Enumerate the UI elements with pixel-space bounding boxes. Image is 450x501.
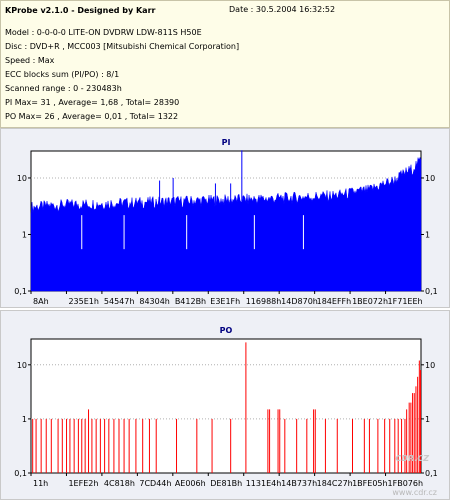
y-tick-label-right: 1 bbox=[425, 415, 430, 424]
y-tick-label-left: 0,1 bbox=[14, 287, 27, 296]
x-tick-label: 116988h bbox=[246, 297, 282, 306]
chart-title: PI bbox=[222, 138, 231, 147]
x-tick-label: 1BE072h bbox=[352, 297, 388, 306]
po-chart-panel: PO 10 10 1 1 0,1 0,1 11h 1EFE2h 4C818h 7CD44h AE006… bbox=[0, 310, 450, 500]
y-tick-label-left: 10 bbox=[17, 174, 27, 183]
drive-model: Model : 0-0-0-0 LITE-ON DVDRW LDW-811S H… bbox=[5, 28, 202, 37]
po-chart: PO 10 10 1 1 0,1 0,1 11h 1EFE2h 4C818h 7CD44h AE006… bbox=[1, 311, 449, 499]
x-tick-label: B412Bh bbox=[175, 297, 206, 306]
y-tick-label-left: 10 bbox=[17, 361, 27, 370]
disc-info: Disc : DVD+R , MCC003 [Mitsubishi Chemic… bbox=[5, 42, 240, 51]
app-title: KProbe v2.1.0 - Designed by Karr bbox=[5, 6, 156, 15]
x-tick-label: 1131E4h bbox=[246, 479, 282, 488]
x-tick-label: 1BFE05h bbox=[352, 479, 387, 488]
x-tick-label: 11h bbox=[33, 479, 48, 488]
x-tick-label: 1EFE2h bbox=[68, 479, 98, 488]
po-stats: PO Max= 26 , Average= 0,01 , Total= 1322 bbox=[5, 112, 179, 121]
x-tick-label: 1F71EEh bbox=[388, 297, 423, 306]
x-tick-label: 1FB076h bbox=[388, 479, 424, 488]
watermark-url: www.cdr.cz bbox=[392, 488, 437, 497]
x-tick-label: 4C818h bbox=[104, 479, 135, 488]
x-tick-label: 8Ah bbox=[33, 297, 49, 306]
info-panel: KProbe v2.1.0 - Designed by Karr Date : … bbox=[0, 0, 450, 128]
x-tick-label: 184EFFh bbox=[317, 297, 352, 306]
x-tick-label: 84304h bbox=[139, 297, 170, 306]
y-tick-label-right: 10 bbox=[425, 361, 435, 370]
watermark-logo: CDR.CZ bbox=[395, 454, 429, 463]
plot-area bbox=[30, 338, 422, 474]
chart-title: PO bbox=[220, 326, 233, 335]
scan-date: Date : 30.5.2004 16:32:52 bbox=[229, 5, 336, 14]
x-tick-label: 184C27h bbox=[317, 479, 353, 488]
x-tick-label: DE81Bh bbox=[210, 479, 242, 488]
pi-chart: PI 10 10 1 1 0,1 0,1 8Ah 235E1h 54547h 84304h B412B… bbox=[1, 129, 449, 307]
y-tick-label-right: 1 bbox=[425, 230, 430, 239]
ecc-info: ECC blocks sum (PI/PO) : 8/1 bbox=[5, 70, 120, 79]
y-tick-label-left: 1 bbox=[22, 230, 27, 239]
pi-chart-panel: PI 10 10 1 1 0,1 0,1 8Ah 235E1h 54547h 84304h B412B… bbox=[0, 128, 450, 308]
y-tick-label-left: 0,1 bbox=[14, 469, 27, 478]
x-tick-label: 14D870h bbox=[281, 297, 318, 306]
pi-stats: PI Max= 31 , Average= 1,68 , Total= 2839… bbox=[5, 98, 180, 107]
y-tick-label-right: 0,1 bbox=[425, 287, 438, 296]
x-tick-label: 14B737h bbox=[281, 479, 317, 488]
speed-info: Speed : Max bbox=[5, 56, 55, 65]
x-tick-label: 235E1h bbox=[68, 297, 98, 306]
x-tick-label: AE006h bbox=[175, 479, 206, 488]
y-tick-label-right: 10 bbox=[425, 174, 435, 183]
y-tick-label-left: 1 bbox=[22, 415, 27, 424]
x-tick-label: 7CD44h bbox=[139, 479, 171, 488]
scanned-range: Scanned range : 0 - 230483h bbox=[5, 84, 122, 93]
x-tick-label: E3E1Fh bbox=[210, 297, 240, 306]
y-tick-label-right: 0,1 bbox=[425, 469, 438, 478]
x-tick-label: 54547h bbox=[104, 297, 135, 306]
